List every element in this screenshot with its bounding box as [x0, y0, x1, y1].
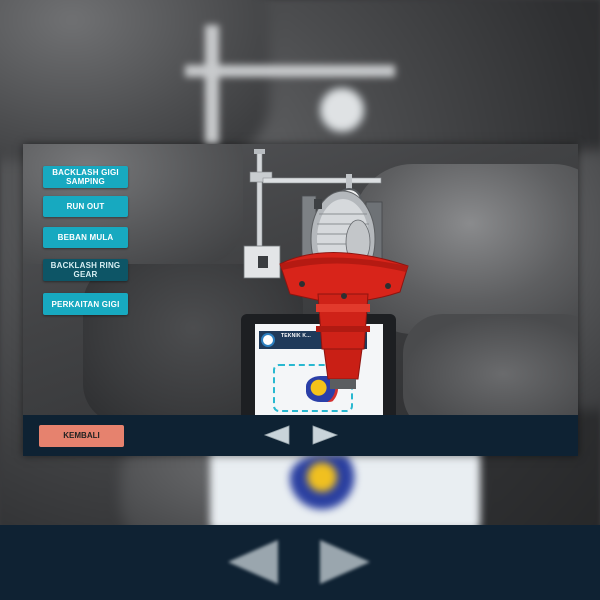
menu-button-beban-mula[interactable]: BEBAN MULA	[43, 227, 128, 248]
back-button[interactable]: KEMBALI	[39, 425, 124, 447]
differential-3d-model[interactable]	[218, 144, 418, 415]
ar-screen: TEKNIK K... BACKLASH GIGI SAMPING RUN OU…	[23, 144, 578, 456]
menu-button-backlash-gigi-samping[interactable]: BACKLASH GIGI SAMPING	[43, 166, 128, 188]
menu-button-run-out[interactable]: RUN OUT	[43, 196, 128, 217]
menu-button-backlash-ring-gear[interactable]: BACKLASH RING GEAR	[43, 259, 128, 281]
blurred-marker-figure	[290, 455, 370, 510]
menu-button-perkaitan-gigi[interactable]: PERKAITAN GIGI	[43, 293, 128, 315]
blurred-next-arrow-icon	[320, 540, 370, 584]
blurred-prev-arrow-icon	[228, 540, 278, 584]
triangle-left-icon[interactable]	[263, 425, 291, 445]
blurred-bottom-bar	[0, 525, 600, 600]
triangle-right-icon[interactable]	[311, 425, 339, 445]
